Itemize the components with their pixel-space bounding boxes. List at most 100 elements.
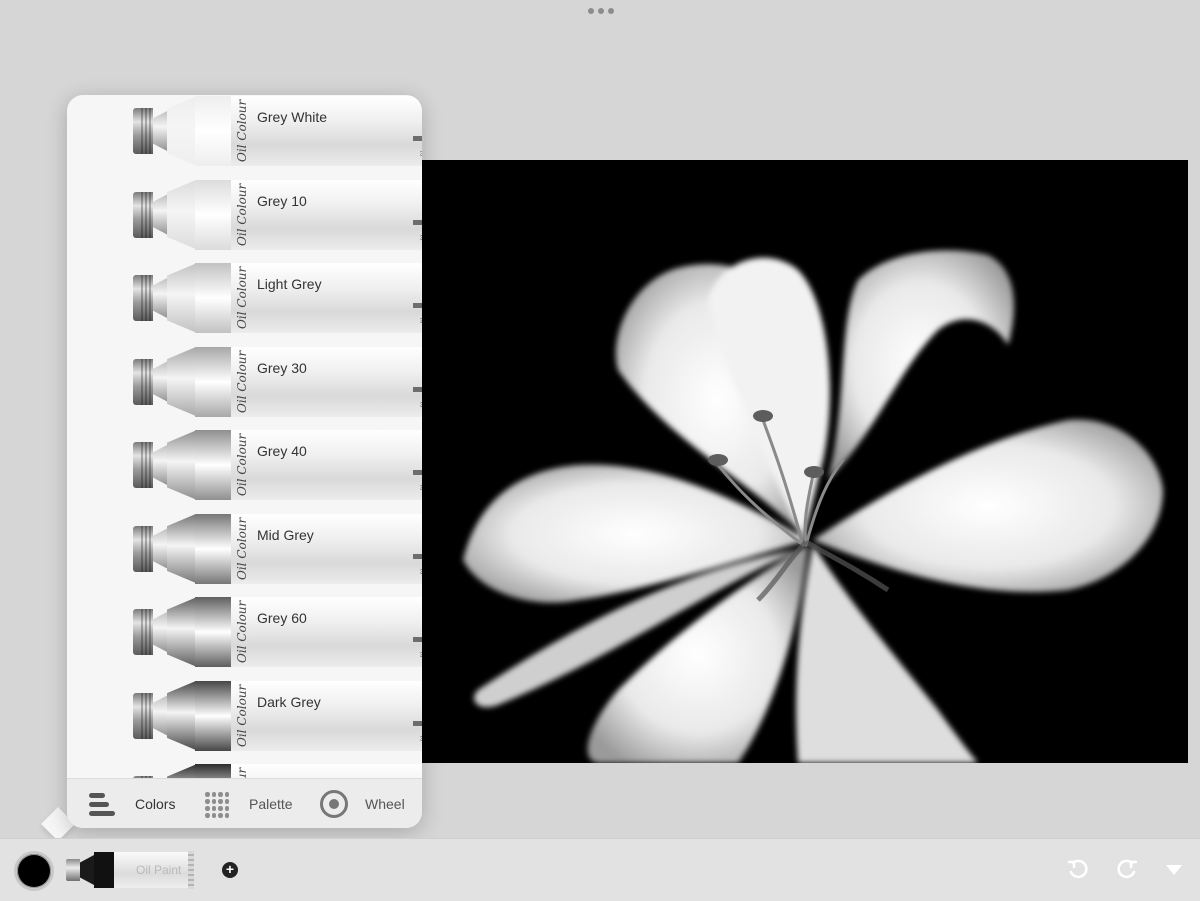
tube-color-name: Mid Grey bbox=[257, 526, 314, 543]
tube-color-band bbox=[94, 852, 114, 888]
tube-cap bbox=[133, 692, 153, 739]
tube-shoulder bbox=[167, 597, 197, 667]
undo-icon bbox=[1067, 859, 1088, 879]
tab-wheel-label: Wheel bbox=[365, 796, 405, 812]
tube-neck bbox=[153, 193, 169, 236]
tube-neck bbox=[153, 694, 169, 737]
color-wheel-icon bbox=[320, 790, 348, 818]
active-tool-oil-paint[interactable]: Oil Paint bbox=[66, 851, 194, 889]
tube-body: Oil Colour Dark Grey 37ml bbox=[195, 680, 422, 751]
tube-marker bbox=[413, 720, 422, 726]
tube-color-swatch bbox=[195, 346, 231, 417]
tube-volume: 37ml bbox=[419, 485, 422, 492]
tube-body: Oil Colour Grey 30 37ml bbox=[195, 346, 422, 417]
undo-button[interactable] bbox=[1066, 858, 1090, 882]
tube-shoulder bbox=[167, 764, 197, 778]
tube-volume: 37ml bbox=[419, 151, 422, 158]
tube-brand-label: Oil Colour bbox=[235, 350, 249, 413]
tube-body: Oil Colour Grey 40 37ml bbox=[195, 430, 422, 500]
color-tube-list[interactable]: Oil Colour Grey White 37ml Oil Colour Grey 1… bbox=[67, 95, 422, 778]
tube-cap bbox=[66, 859, 80, 881]
color-tube-item[interactable]: Oil Colour Mid Grey 37ml bbox=[133, 512, 422, 586]
color-tube-item[interactable]: Oil Colour Grey 40 37ml bbox=[133, 428, 422, 502]
handle-dot bbox=[598, 8, 604, 14]
palette-grid-icon bbox=[205, 792, 229, 818]
painting-canvas[interactable] bbox=[418, 160, 1188, 763]
tube-shoulder bbox=[167, 96, 197, 166]
tube-body: Oil Colour Grey White 37ml bbox=[195, 96, 422, 166]
handle-dot bbox=[608, 8, 614, 14]
tube-body: Oil Colour Grey 60 37ml bbox=[195, 597, 422, 667]
current-color-swatch[interactable] bbox=[14, 851, 54, 891]
tube-marker bbox=[413, 219, 422, 225]
tube-brand-label: Oil Colour bbox=[235, 517, 249, 580]
tube-volume: 37ml bbox=[419, 568, 422, 576]
add-tool-button[interactable]: + bbox=[222, 862, 238, 878]
tube-brand-label: Oil Colour bbox=[235, 433, 249, 497]
tube-color-swatch bbox=[195, 96, 231, 166]
tube-volume: 37ml bbox=[419, 234, 422, 242]
color-tube-item[interactable]: Oil Colour Light Grey 37ml bbox=[133, 261, 422, 335]
tube-color-swatch bbox=[195, 680, 231, 751]
color-panel: Oil Colour Grey White 37ml Oil Colour Grey 1… bbox=[67, 95, 422, 828]
tube-color-swatch bbox=[195, 263, 231, 333]
tube-color-swatch bbox=[195, 430, 231, 500]
tab-palette[interactable]: Palette bbox=[205, 779, 293, 828]
tube-color-name: Grey White bbox=[257, 109, 328, 125]
tube-cap bbox=[133, 442, 153, 488]
tube-volume: 37ml bbox=[419, 401, 422, 409]
tab-palette-label: Palette bbox=[249, 796, 293, 812]
color-panel-tabs: Colors Palette Wheel bbox=[67, 778, 422, 828]
tube-body: Oil Colour Grey 10 37ml bbox=[195, 179, 422, 250]
tube-marker bbox=[413, 470, 422, 475]
tube-brand-label: Oil Colour bbox=[231, 766, 253, 778]
color-tube-item[interactable]: Oil Colour Grey 60 37ml bbox=[133, 595, 422, 669]
tube-neck bbox=[153, 360, 169, 403]
tube-color-swatch bbox=[195, 179, 231, 250]
tube-color-name: Light Grey bbox=[257, 276, 322, 292]
tube-color-name: Grey 30 bbox=[257, 359, 307, 376]
tube-shoulder bbox=[167, 179, 197, 250]
tab-colors-label: Colors bbox=[135, 796, 176, 812]
tube-neck bbox=[153, 444, 169, 486]
tube-cap bbox=[133, 275, 153, 321]
redo-icon bbox=[1117, 859, 1138, 879]
tube-shoulder bbox=[167, 263, 197, 333]
plus-icon: + bbox=[225, 861, 235, 877]
tube-neck bbox=[153, 110, 169, 152]
tab-wheel[interactable]: Wheel bbox=[320, 779, 405, 828]
tube-brand-label: Oil Colour bbox=[235, 266, 249, 330]
top-handle[interactable] bbox=[588, 8, 614, 14]
tab-colors[interactable]: Colors bbox=[89, 779, 175, 828]
tube-color-swatch bbox=[195, 764, 231, 778]
tube-marker bbox=[413, 637, 422, 642]
color-tube-item[interactable]: Oil Colour bbox=[133, 762, 422, 778]
tube-neck bbox=[153, 277, 169, 319]
tube-volume: 37ml bbox=[419, 318, 422, 325]
tube-color-name: Dark Grey bbox=[257, 693, 321, 710]
tube-volume: 37ml bbox=[419, 652, 422, 659]
color-tube-item[interactable]: Oil Colour Dark Grey 37ml bbox=[133, 679, 422, 753]
tube-neck bbox=[80, 855, 94, 885]
color-tube-item[interactable]: Oil Colour Grey White 37ml bbox=[133, 95, 422, 168]
color-tube-item[interactable]: Oil Colour Grey 30 37ml bbox=[133, 345, 422, 419]
tube-shoulder bbox=[167, 513, 197, 584]
tube-marker bbox=[413, 386, 422, 392]
tube-marker bbox=[413, 303, 422, 308]
tube-shoulder bbox=[167, 346, 197, 417]
tube-color-name: Grey 60 bbox=[257, 610, 307, 626]
dropdown-menu-button[interactable] bbox=[1166, 865, 1182, 875]
tube-brand-label: Oil Colour bbox=[235, 99, 249, 163]
tube-neck bbox=[153, 527, 169, 570]
tube-crimp bbox=[188, 851, 194, 889]
redo-button[interactable] bbox=[1115, 858, 1139, 882]
color-tube-item[interactable]: Oil Colour Grey 10 37ml bbox=[133, 178, 422, 252]
tube-brand-label: Oil Colour bbox=[235, 183, 249, 246]
tube-color-swatch bbox=[195, 513, 231, 584]
tube-color-name: Grey 10 bbox=[257, 192, 307, 209]
tube-color-swatch bbox=[195, 597, 231, 667]
tube-color-name: Grey 40 bbox=[257, 443, 307, 459]
tube-body: Oil Colour Mid Grey 37ml bbox=[195, 513, 422, 584]
tube-cap bbox=[133, 191, 153, 238]
handle-dot bbox=[588, 8, 594, 14]
